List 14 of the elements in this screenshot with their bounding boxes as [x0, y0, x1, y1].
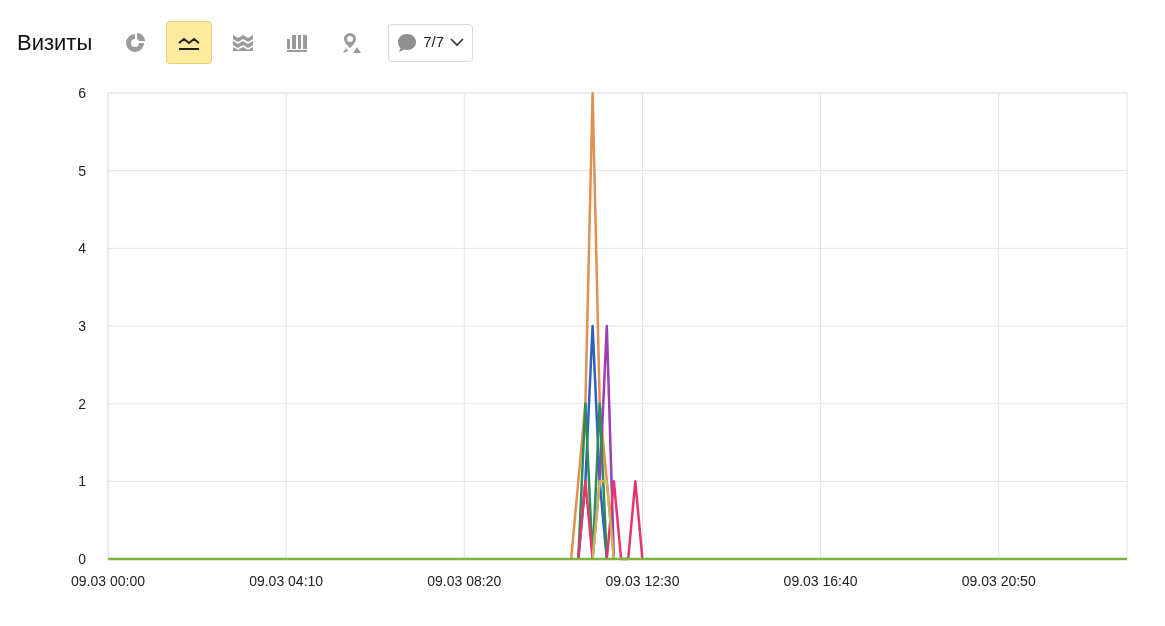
x-axis-label: 09.03 12:30 [605, 573, 680, 589]
y-axis-label: 4 [78, 240, 86, 257]
y-axis-label: 3 [78, 318, 86, 334]
y-axis-label: 2 [78, 395, 86, 412]
y-axis-label: 5 [78, 162, 86, 179]
y-axis-label: 6 [78, 85, 86, 101]
x-axis-label: 09.03 00:00 [71, 573, 145, 589]
x-axis-label: 09.03 04:10 [249, 573, 324, 589]
x-axis-label: 09.03 08:20 [427, 573, 502, 589]
y-axis-label: 1 [78, 473, 86, 490]
chart-title: Визиты [17, 29, 93, 57]
y-axis-label: 0 [78, 551, 86, 567]
x-axis-label: 09.03 16:40 [783, 573, 858, 589]
x-axis-label: 09.03 20:50 [961, 573, 1036, 589]
